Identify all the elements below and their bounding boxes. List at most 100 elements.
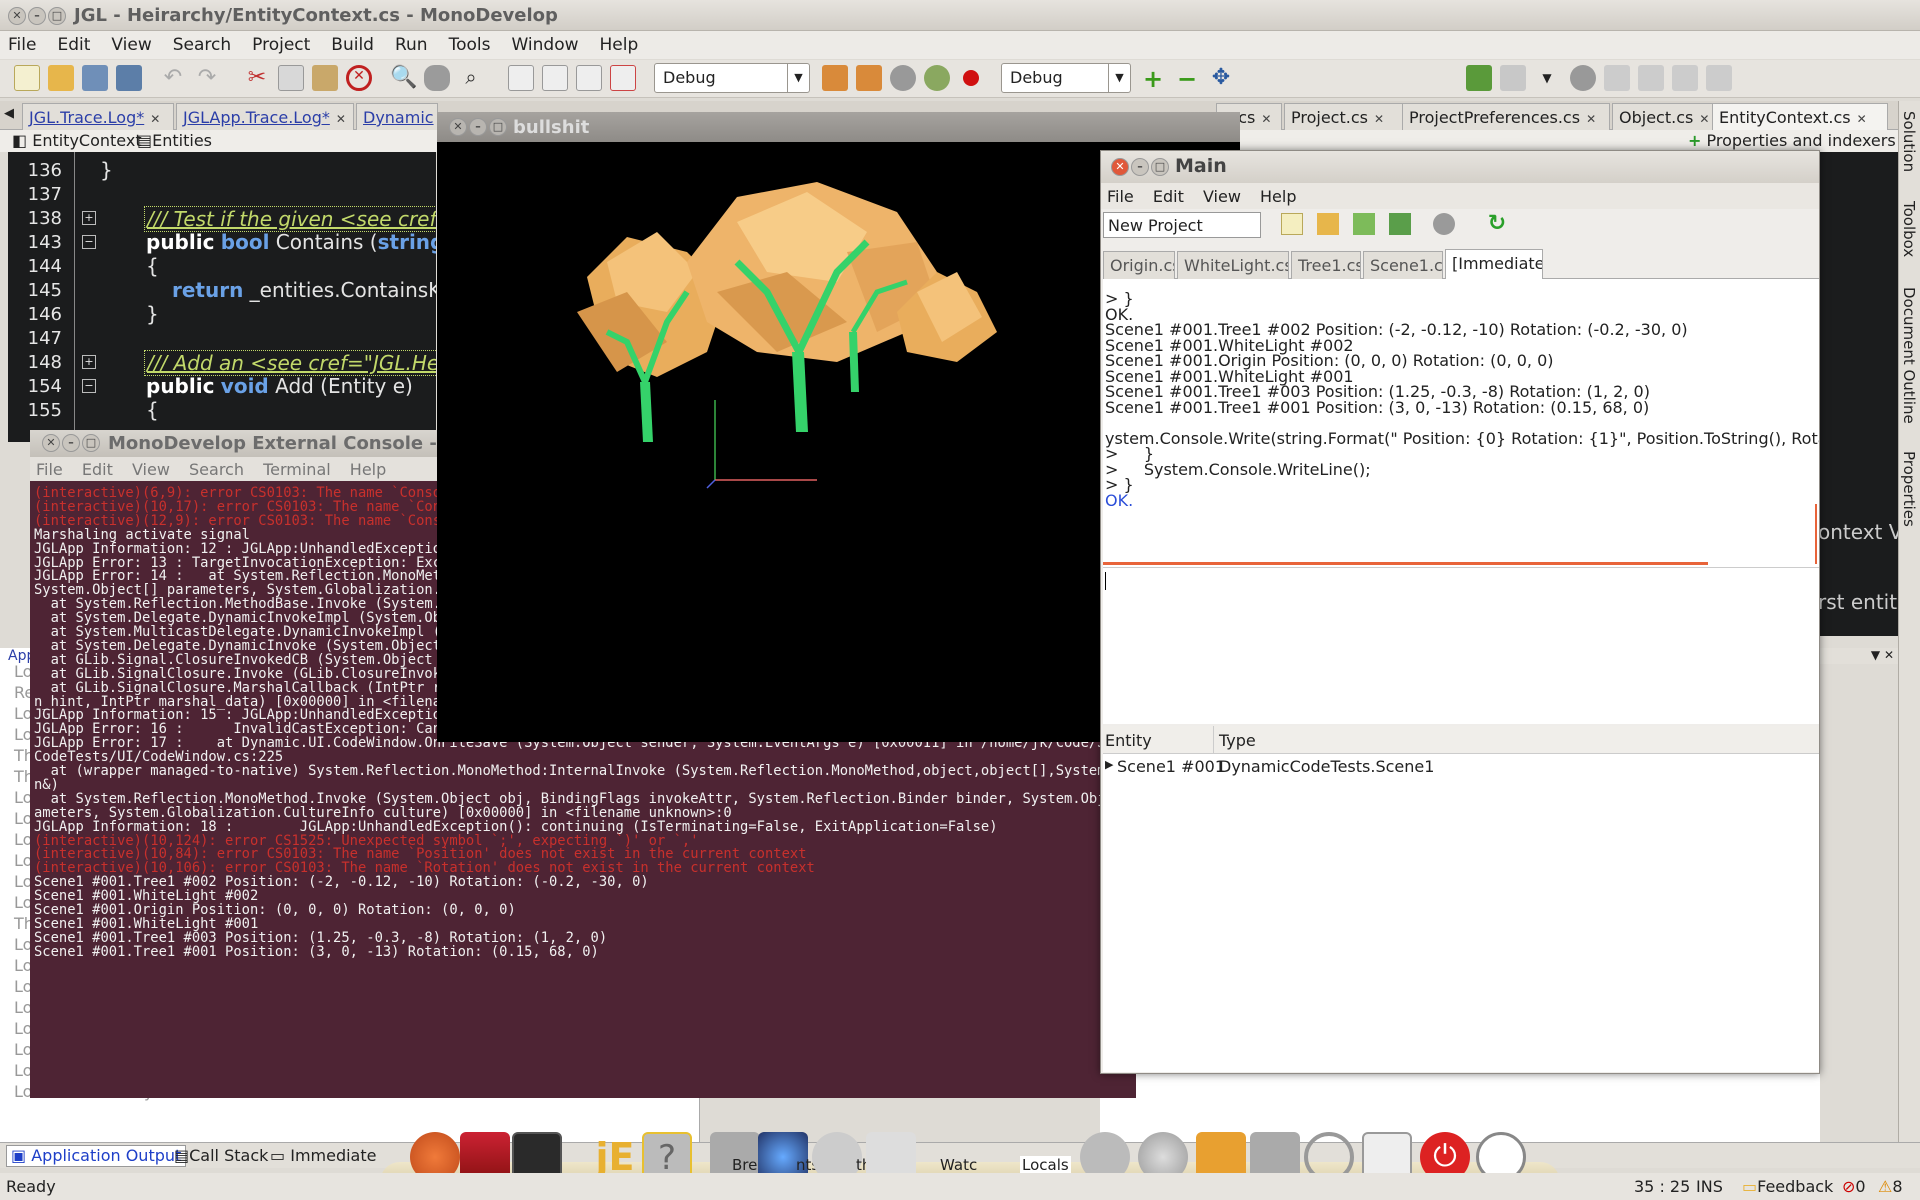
tab-tree1-cs[interactable]: Tree1.cs xyxy=(1291,251,1361,279)
immediate-input[interactable] xyxy=(1103,567,1819,722)
maximize-icon[interactable]: □ xyxy=(48,7,66,25)
close-icon[interactable]: ✕ xyxy=(1111,158,1129,176)
main-menu-edit[interactable]: Edit xyxy=(1153,187,1184,206)
tab-projectpreferences-cs[interactable]: ProjectPreferences.cs ✕ xyxy=(1402,103,1610,130)
expander-icon[interactable]: ▶ xyxy=(1105,758,1113,771)
menu-file[interactable]: File xyxy=(8,35,36,55)
pad-menu-icon[interactable]: ▼ xyxy=(1871,648,1880,662)
copy-icon[interactable] xyxy=(278,65,304,91)
console-menu-search[interactable]: Search xyxy=(189,460,244,479)
navigate-forward-icon[interactable] xyxy=(1500,65,1526,91)
close-icon[interactable]: ✕ xyxy=(8,7,26,25)
main-menu-file[interactable]: File xyxy=(1107,187,1134,206)
maximize-icon[interactable]: □ xyxy=(489,118,507,136)
console-menu-terminal[interactable]: Terminal xyxy=(263,460,331,479)
delete-icon[interactable]: ✕ xyxy=(346,65,372,91)
paste-icon[interactable] xyxy=(312,65,338,91)
side-tab-solution[interactable]: Solution xyxy=(1900,111,1918,172)
runtime-config-dropdown[interactable]: Debug ▼ xyxy=(1001,63,1131,93)
save-icon[interactable] xyxy=(82,65,108,91)
cut-icon[interactable]: ✂ xyxy=(244,65,270,91)
side-tab-document-outline[interactable]: Document Outline xyxy=(1900,287,1918,424)
grid-col-type[interactable]: Type xyxy=(1219,731,1256,750)
grid-col-entity[interactable]: Entity xyxy=(1105,731,1152,750)
side-tab-toolbox[interactable]: Toolbox xyxy=(1900,201,1918,257)
step-out-icon[interactable] xyxy=(1672,65,1698,91)
save-all-icon[interactable] xyxy=(116,65,142,91)
new-file-icon[interactable] xyxy=(14,65,40,91)
move-icon[interactable]: ✥ xyxy=(1208,65,1234,91)
search-icon[interactable]: 🔍 xyxy=(390,65,417,91)
menu-help[interactable]: Help xyxy=(600,35,639,55)
minimize-icon[interactable]: – xyxy=(469,118,487,136)
download-icon[interactable] xyxy=(1353,213,1375,235)
new-file-icon[interactable] xyxy=(1281,213,1303,235)
replace-icon[interactable]: ⌕ xyxy=(458,65,484,91)
remove-icon[interactable]: − xyxy=(1174,65,1200,93)
step-over-icon[interactable] xyxy=(1604,65,1630,91)
grid-row[interactable]: ▶ Scene1 #001 DynamicCodeTests.Scene1 xyxy=(1103,756,1819,780)
tab-whitelight-cs[interactable]: WhiteLight.cs xyxy=(1177,251,1289,279)
console-menu-edit[interactable]: Edit xyxy=(82,460,113,479)
tab-scroll-left-icon[interactable]: ◀ xyxy=(4,106,14,121)
rebuild-icon[interactable] xyxy=(856,65,882,91)
menu-window[interactable]: Window xyxy=(511,35,578,55)
menu-view[interactable]: View xyxy=(111,35,151,55)
tab-jglapp-trace-log[interactable]: JGLApp.Trace.Log* ✕ xyxy=(176,103,354,130)
gear-icon[interactable] xyxy=(1433,213,1455,235)
immediate-output[interactable]: > } OK. Scene1 #001.Tree1 #002 Position: (… xyxy=(1103,279,1819,724)
tab-object-cs[interactable]: Object.cs ✕ xyxy=(1612,103,1722,130)
tab-immediate[interactable]: [Immediate] xyxy=(1445,249,1543,279)
code-editor[interactable]: 136 } 137 138 + /// Test if the given <s… xyxy=(8,152,436,442)
menu-tools[interactable]: Tools xyxy=(449,35,491,55)
maximize-icon[interactable]: □ xyxy=(82,434,100,452)
tab-dynamic[interactable]: Dynamic xyxy=(356,103,438,130)
breadcrumb-member[interactable]: ▤Entities xyxy=(137,131,212,150)
tab-project-cs[interactable]: Project.cs ✕ xyxy=(1284,103,1420,130)
maximize-icon[interactable]: □ xyxy=(1151,158,1169,176)
bookmark-prev-icon[interactable] xyxy=(542,65,568,91)
close-icon[interactable]: ✕ xyxy=(449,118,467,136)
pause-icon[interactable] xyxy=(1706,65,1732,91)
close-icon[interactable]: ✕ xyxy=(1261,112,1271,126)
main-menu-view[interactable]: View xyxy=(1203,187,1241,206)
fold-collapse-icon[interactable]: − xyxy=(82,379,96,393)
add-icon[interactable]: + xyxy=(1140,65,1166,93)
side-tab-properties[interactable]: Properties xyxy=(1900,451,1918,527)
bookmark-next-icon[interactable] xyxy=(576,65,602,91)
tab-call-stack[interactable]: ▤Call Stack xyxy=(170,1146,272,1168)
fold-expand-icon[interactable]: + xyxy=(82,355,96,369)
feedback-button[interactable]: ▭Feedback xyxy=(1742,1177,1833,1196)
close-icon[interactable]: ✕ xyxy=(150,112,160,126)
build-icon[interactable] xyxy=(822,65,848,91)
refresh-icon[interactable]: ↻ xyxy=(1485,211,1509,236)
tab-origin-cs[interactable]: Origin.cs xyxy=(1103,251,1175,279)
close-icon[interactable]: ✕ xyxy=(1374,112,1384,126)
menu-edit[interactable]: Edit xyxy=(57,35,90,55)
menu-build[interactable]: Build xyxy=(331,35,374,55)
find-in-files-icon[interactable] xyxy=(424,65,450,91)
menu-search[interactable]: Search xyxy=(173,35,231,55)
chevron-down-icon[interactable]: ▼ xyxy=(1534,65,1560,91)
navigate-back-icon[interactable] xyxy=(1466,65,1492,91)
debug-gear-icon[interactable] xyxy=(1570,65,1596,91)
open-folder-icon[interactable] xyxy=(48,65,74,91)
minimize-icon[interactable]: – xyxy=(28,7,46,25)
tab-entitycontext-cs[interactable]: EntityContext.cs ✕ xyxy=(1712,103,1888,130)
bookmark-clear-icon[interactable] xyxy=(610,65,636,91)
console-menu-view[interactable]: View xyxy=(132,460,170,479)
console-menu-file[interactable]: File xyxy=(36,460,63,479)
close-icon[interactable]: ✕ xyxy=(1586,112,1596,126)
error-count[interactable]: ⊘0 xyxy=(1842,1177,1866,1196)
fold-expand-icon[interactable]: + xyxy=(82,211,96,225)
tab-scene1-cs[interactable]: Scene1.cs xyxy=(1363,251,1443,279)
close-icon[interactable]: ✕ xyxy=(336,112,346,126)
step-into-icon[interactable] xyxy=(1638,65,1664,91)
bookmark-toggle-icon[interactable] xyxy=(508,65,534,91)
console-menu-help[interactable]: Help xyxy=(350,460,386,479)
tab-jgl-trace-log[interactable]: JGL.Trace.Log* ✕ xyxy=(22,103,174,130)
project-name-input[interactable]: New Project xyxy=(1103,212,1261,238)
breadcrumb-region[interactable]: + Properties and indexers xyxy=(1688,131,1896,150)
close-icon[interactable]: ✕ xyxy=(1884,648,1894,662)
open-folder-icon[interactable] xyxy=(1317,213,1339,235)
